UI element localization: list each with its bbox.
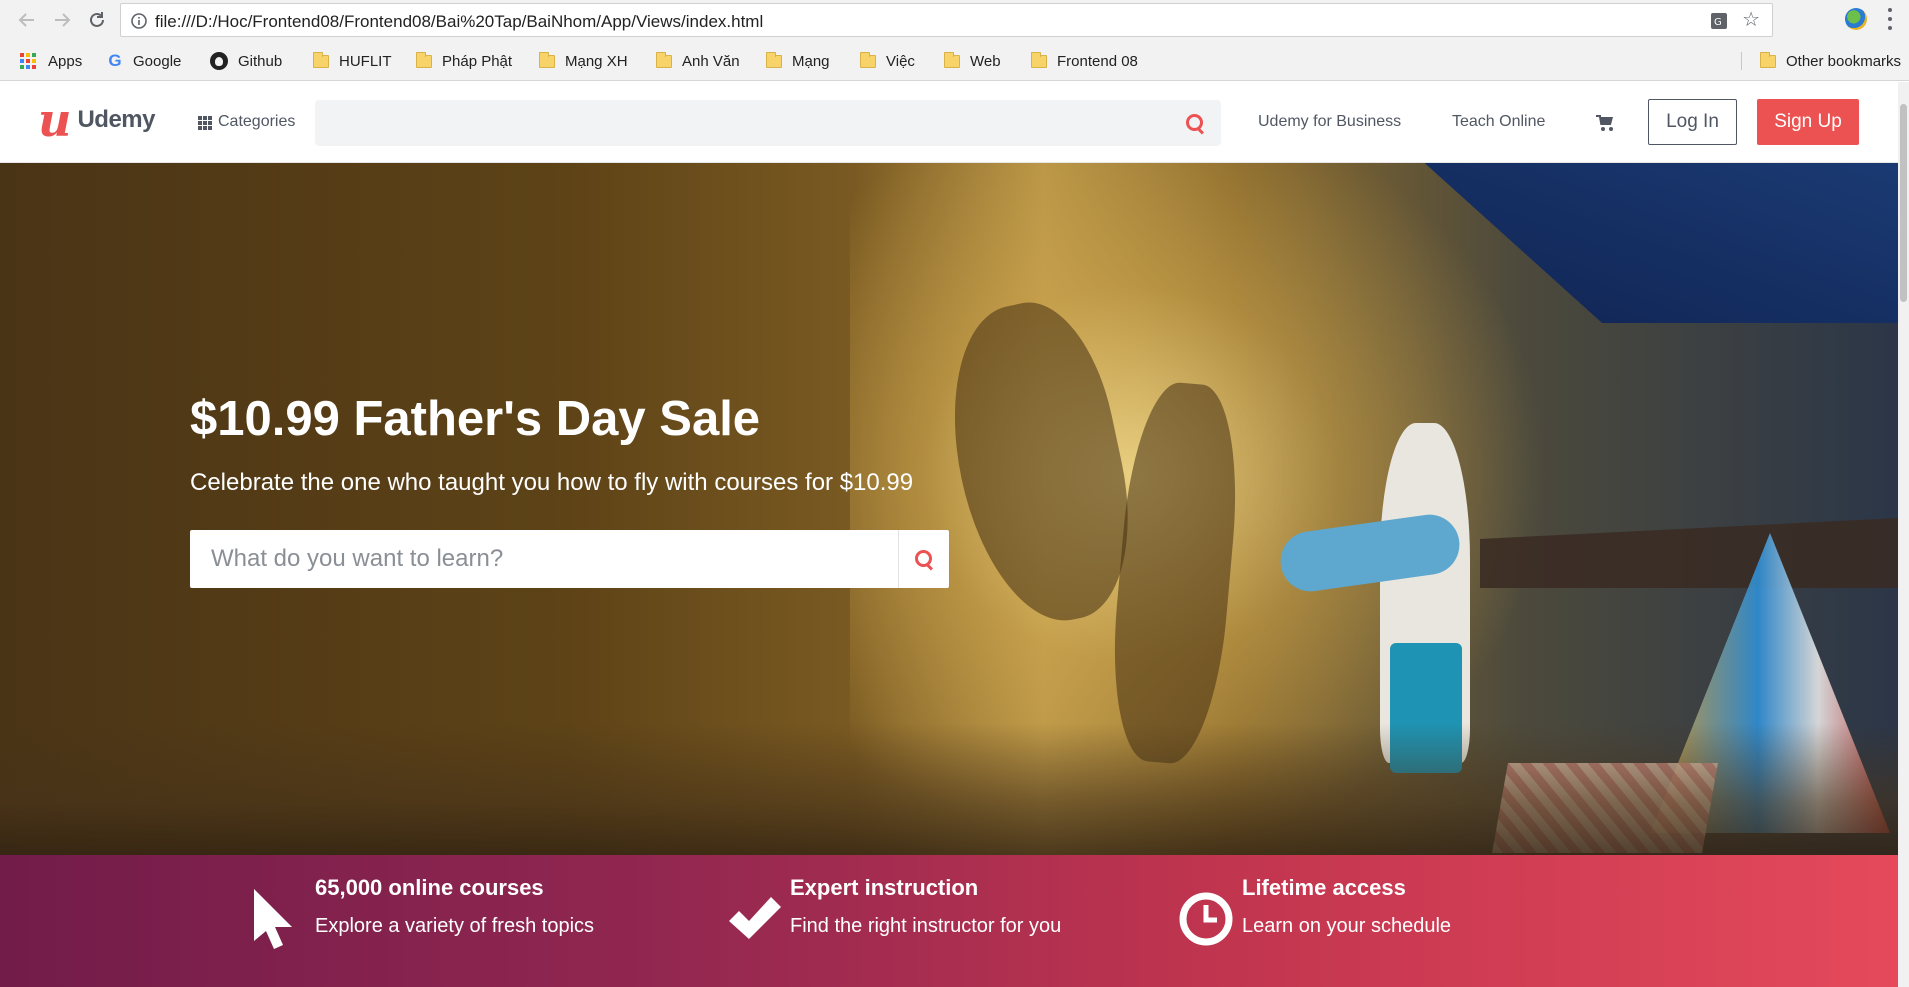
- bookmark-label: HUFLIT: [339, 52, 392, 70]
- cursor-icon: [254, 889, 292, 949]
- categories-label: Categories: [218, 113, 296, 130]
- grid-icon: [198, 115, 213, 130]
- udemy-logo[interactable]: u Udemy: [38, 93, 155, 147]
- features-band: 65,000 online courses Explore a variety …: [0, 855, 1898, 987]
- hero-search-input[interactable]: [190, 530, 897, 588]
- extension-icon[interactable]: [1845, 8, 1867, 30]
- scrollbar-thumb[interactable]: [1900, 104, 1907, 302]
- feature-title: Lifetime access: [1242, 875, 1406, 900]
- bookmark-label: Mạng: [792, 52, 830, 70]
- clock-icon: [1179, 892, 1233, 946]
- forward-arrow-icon: [55, 13, 71, 27]
- reload-icon: [90, 12, 104, 27]
- feature-text: Learn on your schedule: [1242, 915, 1452, 937]
- apps-grid-icon: [20, 53, 36, 69]
- folder-icon: [656, 51, 672, 68]
- folder-icon: [944, 51, 960, 68]
- info-icon[interactable]: [131, 13, 147, 29]
- google-icon: G: [108, 51, 122, 70]
- bookmark-label: Anh Văn: [682, 52, 740, 70]
- bookmark-other-bookmarks[interactable]: Other bookmarks: [1760, 50, 1901, 72]
- address-bar[interactable]: file:///D:/Hoc/Frontend08/Frontend08/Bai…: [120, 3, 1773, 37]
- hero-banner: $10.99 Father's Day Sale Celebrate the o…: [0, 163, 1898, 855]
- cart-icon[interactable]: [1596, 115, 1614, 131]
- bookmark-folder-phap-phat[interactable]: Pháp Phật: [416, 50, 512, 72]
- page-scrollbar[interactable]: [1898, 82, 1909, 987]
- bookmark-label: Github: [238, 52, 283, 70]
- bookmark-label: Web: [970, 52, 1001, 70]
- browser-toolbar: file:///D:/Hoc/Frontend08/Frontend08/Bai…: [0, 0, 1909, 40]
- folder-icon: [539, 51, 555, 68]
- hero-search-bar: [190, 530, 949, 588]
- bookmark-apps[interactable]: Apps: [20, 50, 82, 72]
- feature-title: 65,000 online courses: [315, 875, 544, 900]
- feature-text: Find the right instructor for you: [790, 915, 1062, 937]
- bookmark-folder-frontend-08[interactable]: Frontend 08: [1031, 50, 1138, 72]
- bookmark-label: Apps: [48, 52, 83, 70]
- bookmark-google[interactable]: G Google: [107, 50, 181, 72]
- bookmark-label: Pháp Phật: [442, 52, 513, 70]
- back-arrow-icon: [18, 13, 34, 27]
- login-button[interactable]: Log In: [1648, 99, 1737, 145]
- bookmark-folder-anh-van[interactable]: Anh Văn: [656, 50, 740, 72]
- bookmark-github[interactable]: Github: [210, 50, 282, 72]
- url-text[interactable]: file:///D:/Hoc/Frontend08/Frontend08/Bai…: [155, 12, 763, 32]
- checkmark-icon: [729, 897, 781, 939]
- bookmark-folder-mang[interactable]: Mạng: [766, 50, 830, 72]
- bookmark-folder-web[interactable]: Web: [944, 50, 1001, 72]
- bookmarks-bar: Apps G Google Github HUFLIT Pháp Phật Mạ…: [0, 40, 1909, 81]
- svg-text:G: G: [1714, 17, 1722, 28]
- folder-icon: [1031, 51, 1047, 68]
- categories-menu[interactable]: Categories: [198, 113, 295, 131]
- signup-button[interactable]: Sign Up: [1757, 99, 1859, 145]
- back-button[interactable]: [15, 8, 39, 32]
- feature-text: Explore a variety of fresh topics: [315, 915, 595, 937]
- logo-text: Udemy: [77, 106, 155, 133]
- bookmark-label: Google: [133, 52, 182, 70]
- reload-button[interactable]: [85, 8, 109, 32]
- hero-search-button[interactable]: [899, 530, 949, 588]
- bookmark-label: Việc: [886, 52, 915, 70]
- hero-subtitle: Celebrate the one who taught you how to …: [190, 469, 914, 496]
- udemy-for-business-link[interactable]: Udemy for Business: [1258, 113, 1401, 131]
- forward-button[interactable]: [50, 8, 74, 32]
- header-search-input[interactable]: [315, 100, 1175, 146]
- feature-title: Expert instruction: [790, 875, 979, 900]
- github-icon: [210, 52, 228, 70]
- translate-icon[interactable]: G: [1710, 12, 1728, 30]
- bookmarks-divider: [1741, 52, 1742, 70]
- hero-title: $10.99 Father's Day Sale: [190, 392, 761, 446]
- bookmark-label: Mạng XH: [565, 52, 628, 70]
- teach-online-link[interactable]: Teach Online: [1452, 113, 1545, 131]
- search-icon[interactable]: [1185, 113, 1205, 133]
- folder-icon: [1760, 51, 1776, 68]
- site-header: u Udemy Categories Udemy for Business Te…: [0, 82, 1898, 163]
- folder-icon: [766, 51, 782, 68]
- folder-icon: [860, 51, 876, 68]
- bookmark-star-icon[interactable]: ☆: [1742, 10, 1760, 30]
- bookmark-folder-viec[interactable]: Việc: [860, 50, 915, 72]
- folder-icon: [313, 51, 329, 68]
- bookmark-folder-huflit[interactable]: HUFLIT: [313, 50, 392, 72]
- header-search-bar: [315, 100, 1221, 146]
- bookmark-label: Frontend 08: [1057, 52, 1138, 70]
- folder-icon: [416, 51, 432, 68]
- udemy-logo-icon: u: [38, 93, 72, 147]
- bookmark-label: Other bookmarks: [1786, 52, 1902, 70]
- browser-menu-icon[interactable]: [1887, 8, 1893, 30]
- search-icon: [914, 549, 934, 569]
- bookmark-folder-mang-xh[interactable]: Mạng XH: [539, 50, 628, 72]
